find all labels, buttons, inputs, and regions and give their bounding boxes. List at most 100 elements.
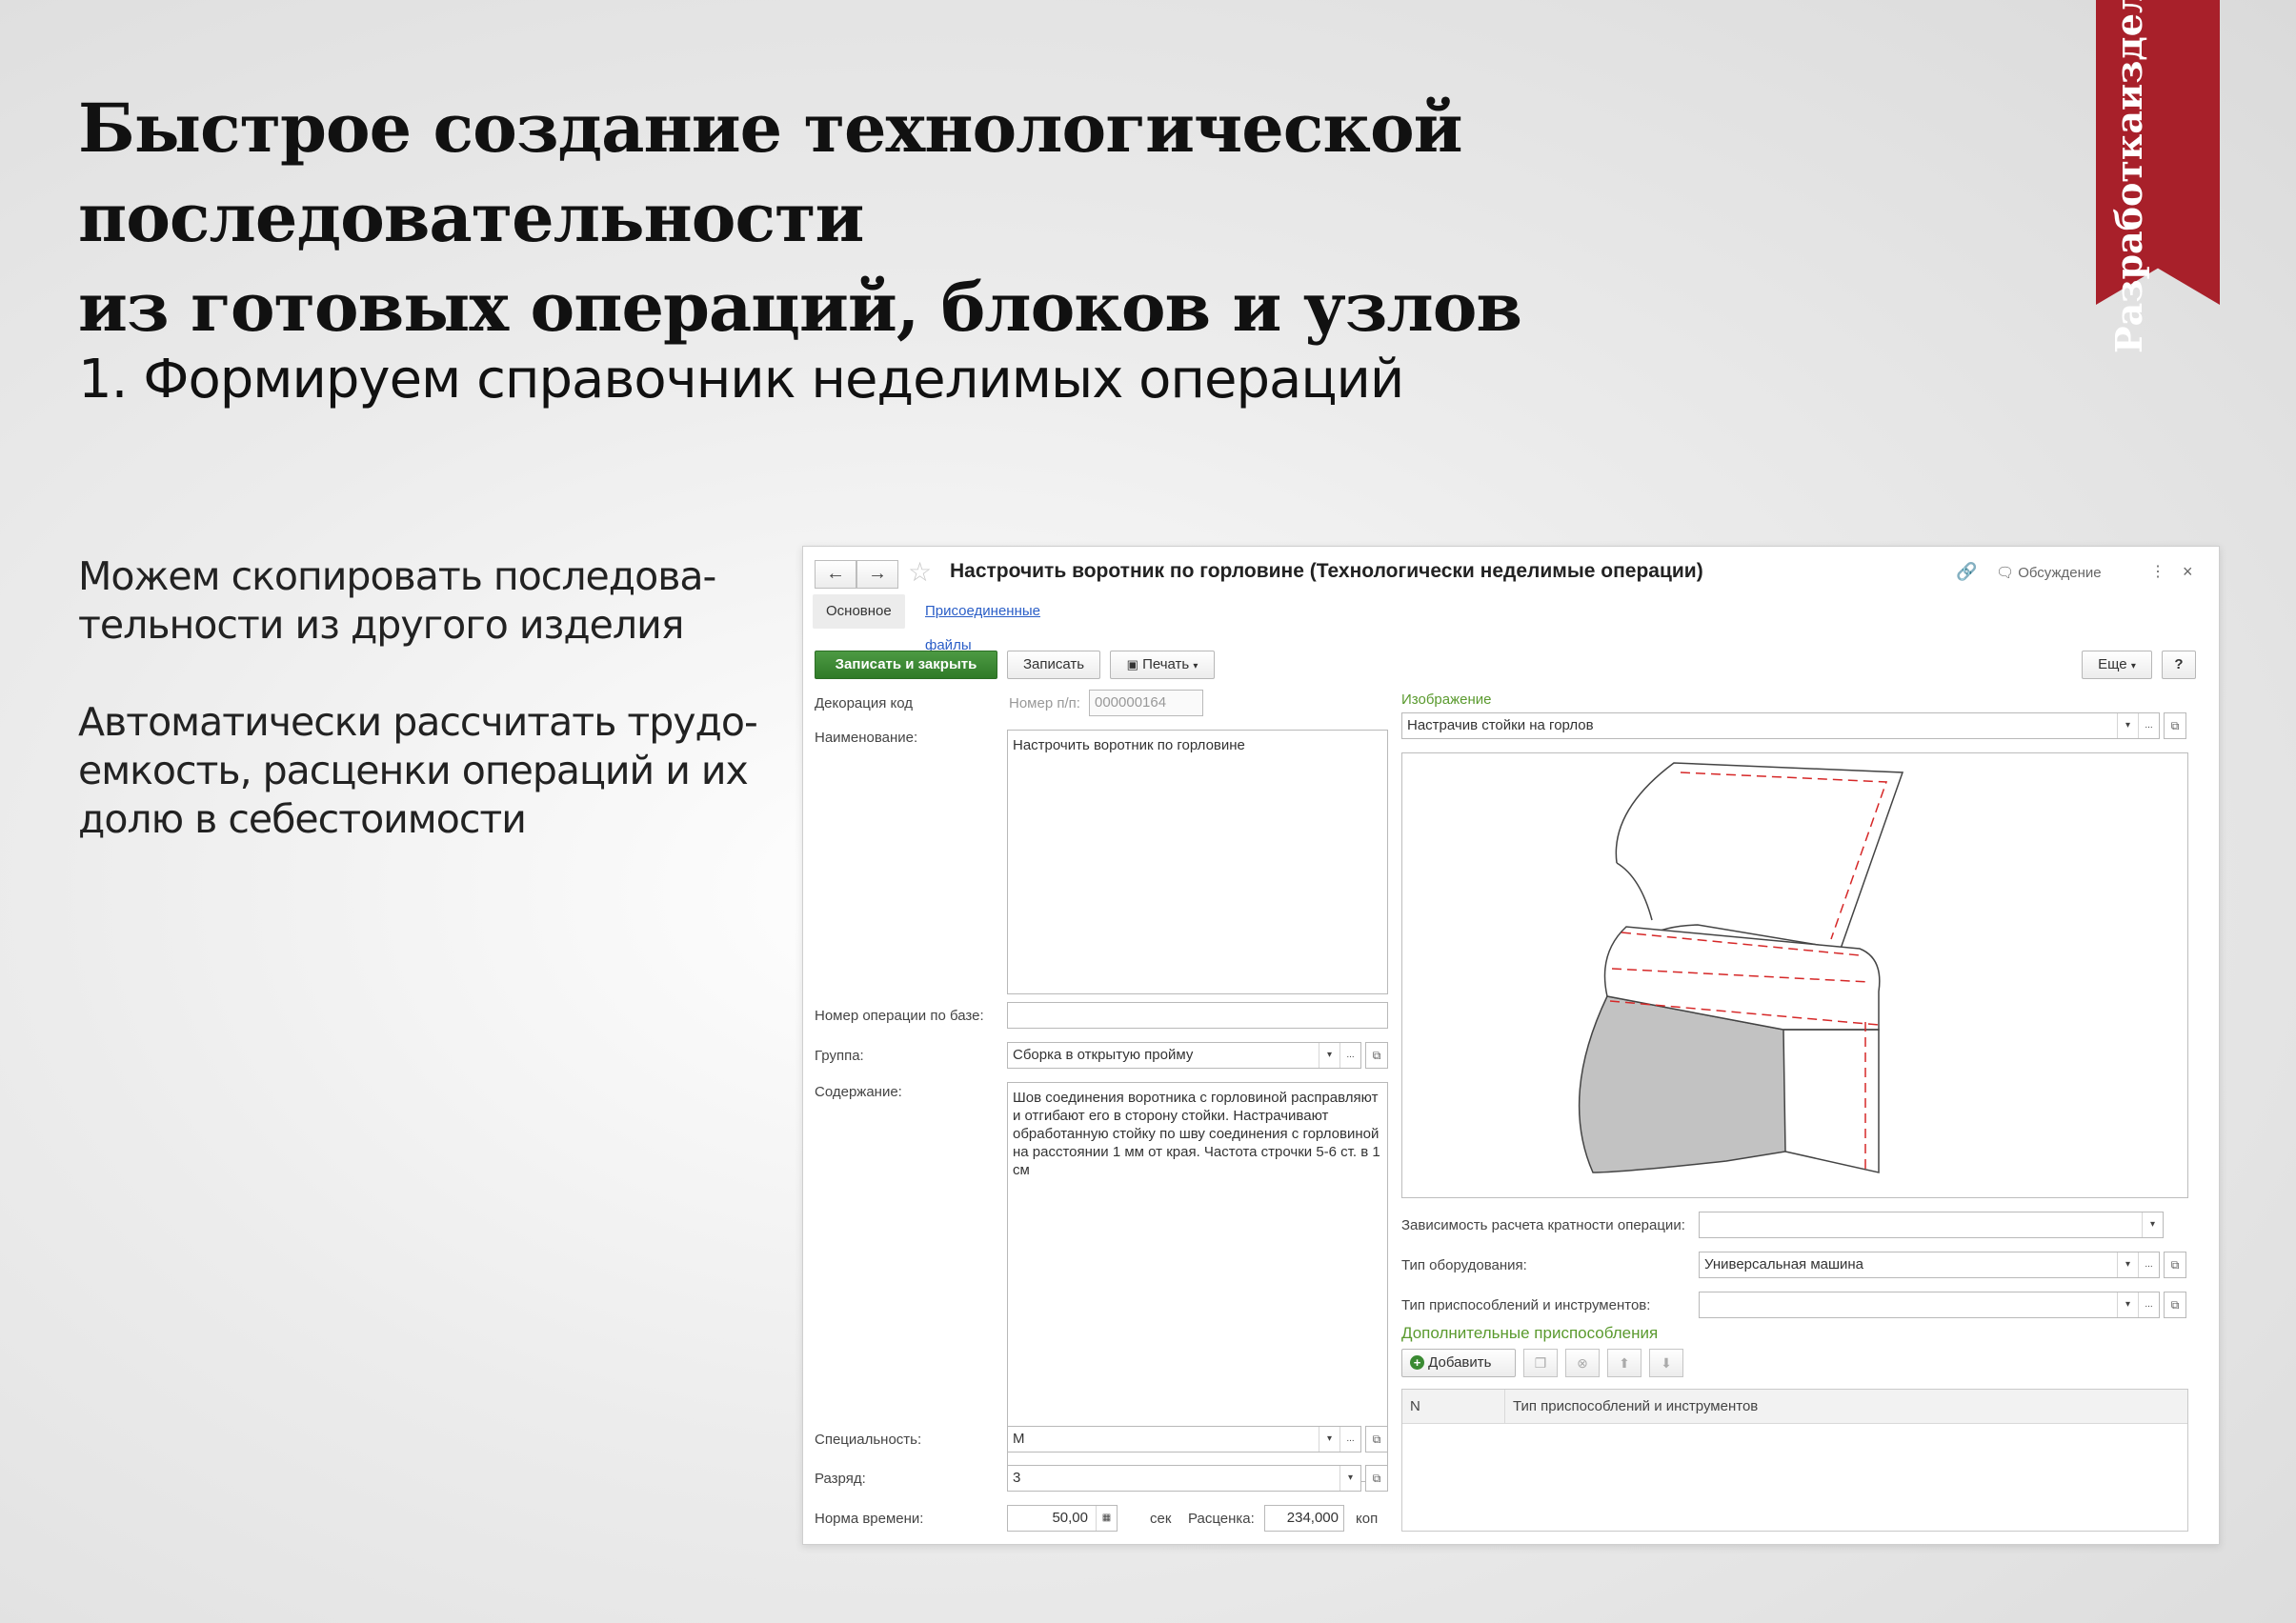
base-number-field[interactable] [1007,1002,1388,1029]
forward-button[interactable]: → [856,560,898,589]
link-icon[interactable]: 🔗 [1956,562,1977,582]
image-section-title: Изображение [1401,691,1492,708]
image-value: Настрачив стойки на горлов [1407,717,1594,733]
content-field[interactable]: Шов соединения воротника с горловиной ра… [1007,1082,1388,1482]
more-menu-icon[interactable]: ⋮ [2150,562,2165,581]
collar-sketch-icon [1578,762,1904,1173]
add-button[interactable]: + Добавить [1401,1349,1516,1377]
decoration-code-label: Декорация код [815,695,914,711]
move-up-icon[interactable]: ⬆ [1607,1349,1641,1377]
chat-icon: 🗨 [1996,565,2015,581]
slide-title-line-1: Быстрое создание технологической последо… [78,89,1463,257]
paragraph-2-line-3: долю в себестоимости [78,796,527,842]
calculator-icon[interactable]: ▦ [1096,1506,1117,1531]
tab-main[interactable]: Основное [813,594,905,629]
window-title: Настрочить воротник по горловине (Технол… [950,560,1703,582]
equipment-label: Тип оборудования: [1401,1257,1527,1273]
specialty-value: М [1013,1431,1025,1447]
open-image-icon[interactable]: ⧉ [2164,712,2186,739]
ellipsis-button[interactable]: ... [2138,713,2159,738]
paragraph-2-line-1: Автоматически рассчитать трудо- [78,699,758,745]
tools-label: Тип приспособлений и инструментов: [1401,1297,1651,1313]
equipment-value: Универсальная машина [1704,1256,1864,1272]
operation-form-window: ← → ☆ Настрочить воротник по горловине (… [802,546,2220,1545]
name-field[interactable]: Настрочить воротник по горловине [1007,730,1388,994]
image-select-field[interactable]: Настрачив стойки на горлов ▾ ... [1401,712,2160,739]
help-button[interactable]: ? [2162,651,2196,679]
column-n[interactable]: N [1402,1390,1505,1424]
time-unit-label: сек [1150,1511,1172,1527]
chevron-down-icon[interactable]: ▾ [1319,1043,1339,1068]
chevron-down-icon[interactable]: ▾ [1319,1427,1339,1452]
arrow-left-icon: ← [826,563,845,584]
dependency-label: Зависимость расчета кратности операции: [1401,1217,1685,1233]
ellipsis-button[interactable]: ... [2138,1252,2159,1277]
open-specialty-icon[interactable]: ⧉ [1365,1426,1388,1453]
number-label: Номер п/п: [1009,695,1080,711]
grade-label: Разряд: [815,1471,866,1487]
price-unit-label: коп [1356,1511,1379,1527]
dependency-field[interactable]: ▾ [1699,1212,2164,1238]
back-button[interactable]: ← [815,560,856,589]
price-field[interactable]: 234,000 [1264,1505,1344,1532]
open-equipment-icon[interactable]: ⧉ [2164,1252,2186,1278]
ribbon-line-2: изделий [2107,0,2150,111]
price-label: Расценка: [1188,1511,1255,1527]
column-tool-type[interactable]: Тип приспособлений и инструментов [1505,1390,1758,1424]
group-label: Группа: [815,1048,864,1064]
open-tools-icon[interactable]: ⧉ [2164,1292,2186,1318]
chevron-down-icon: ▾ [2130,661,2136,671]
close-icon[interactable]: × [2183,562,2193,582]
ellipsis-button[interactable]: ... [1339,1427,1360,1452]
more-label: Еще [2098,656,2127,672]
move-down-icon[interactable]: ⬇ [1649,1349,1683,1377]
open-grade-icon[interactable]: ⧉ [1365,1465,1388,1492]
equipment-field[interactable]: Универсальная машина ▾ ... [1699,1252,2160,1278]
base-number-label: Номер операции по базе: [815,1008,984,1024]
save-button[interactable]: Записать [1007,651,1100,679]
arrow-right-icon: → [868,563,887,584]
chevron-down-icon[interactable]: ▾ [1339,1466,1360,1491]
operation-image [1401,752,2188,1198]
paragraph-1-line-1: Можем скопировать последова- [78,553,716,599]
number-field: 000000164 [1089,690,1203,716]
discussion-label: Обсуждение [2018,565,2102,581]
chevron-down-icon[interactable]: ▾ [2117,713,2138,738]
extra-tools-section-title: Дополнительные приспособления [1401,1324,1659,1342]
time-norm-field[interactable]: 50,00 ▦ [1007,1505,1118,1532]
ellipsis-button[interactable]: ... [1339,1043,1360,1068]
name-label: Наименование: [815,730,918,746]
print-label: Печать [1142,656,1190,672]
paragraph-1-line-2: тельности из другого изделия [78,602,684,648]
table-header: N Тип приспособлений и инструментов [1402,1390,2187,1424]
ribbon-line-1: Разработка [2107,110,2150,354]
section-ribbon-label: Разработка изделий [2105,0,2210,353]
chevron-down-icon[interactable]: ▾ [2142,1212,2163,1237]
time-norm-label: Норма времени: [815,1511,924,1527]
print-button[interactable]: ▣ Печать ▾ [1110,651,1215,679]
grade-field[interactable]: 3 ▾ [1007,1465,1361,1492]
specialty-field[interactable]: М ▾ ... [1007,1426,1361,1453]
add-label: Добавить [1428,1354,1492,1371]
group-field[interactable]: Сборка в открытую пройму ▾ ... [1007,1042,1361,1069]
group-value: Сборка в открытую пройму [1013,1047,1194,1063]
content-label: Содержание: [815,1084,902,1100]
tools-field[interactable]: ▾ ... [1699,1292,2160,1318]
more-button[interactable]: Еще ▾ [2082,651,2152,679]
save-and-close-button[interactable]: Записать и закрыть [815,651,997,679]
chevron-down-icon: ▾ [1193,661,1198,671]
printer-icon: ▣ [1126,657,1138,671]
extra-tools-table: N Тип приспособлений и инструментов [1401,1389,2188,1532]
grade-value: 3 [1013,1470,1021,1486]
chevron-down-icon[interactable]: ▾ [2117,1252,2138,1277]
chevron-down-icon[interactable]: ▾ [2117,1292,2138,1317]
copy-icon[interactable]: ❐ [1523,1349,1558,1377]
discussion-button[interactable]: 🗨 Обсуждение [1996,564,2102,581]
paragraph-auto: Автоматически рассчитать трудо- емкость,… [78,698,802,844]
open-group-icon[interactable]: ⧉ [1365,1042,1388,1069]
favorite-star-icon[interactable]: ☆ [908,556,932,588]
description-text: Можем скопировать последова- тельности и… [78,552,802,892]
delete-icon[interactable]: ⊗ [1565,1349,1600,1377]
slide-subtitle: 1. Формируем справочник неделимых операц… [78,349,1404,411]
ellipsis-button[interactable]: ... [2138,1292,2159,1317]
